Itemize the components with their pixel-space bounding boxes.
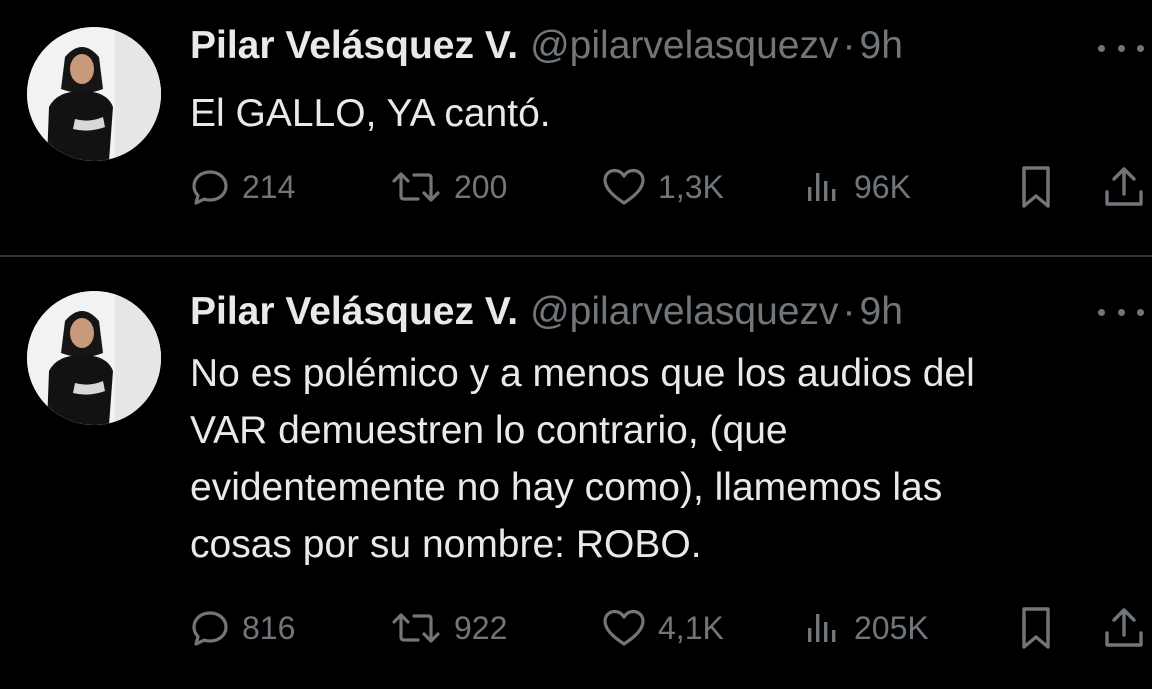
repost-icon — [392, 613, 440, 643]
more-icon[interactable] — [1098, 302, 1144, 322]
heart-icon — [603, 609, 645, 646]
author-handle[interactable]: @pilarvelasquezv — [530, 290, 838, 334]
repost-icon — [392, 172, 440, 202]
tweet-text: No es polémico y a menos que los audios … — [190, 352, 975, 566]
bookmark-icon — [1022, 166, 1050, 208]
avatar[interactable] — [27, 27, 161, 161]
views-button[interactable]: 96K — [802, 164, 911, 210]
like-button[interactable]: 4,1K — [602, 605, 724, 651]
author-handle[interactable]: @pilarvelasquezv — [530, 24, 838, 68]
like-count: 1,3K — [658, 168, 724, 205]
reply-count: 214 — [242, 168, 296, 205]
tweet-header: Pilar Velásquez V. @pilarvelasquezv · 9h — [190, 24, 903, 74]
view-count: 205K — [854, 609, 929, 646]
view-count: 96K — [854, 168, 911, 205]
share-button[interactable] — [1102, 164, 1146, 210]
avatar[interactable] — [27, 291, 161, 425]
timestamp[interactable]: 9h — [860, 24, 903, 68]
separator-dot: · — [842, 290, 856, 333]
action-bar: 214 200 1,3K 96K — [190, 164, 1152, 210]
views-icon — [808, 173, 836, 201]
author-name[interactable]: Pilar Velásquez V. — [190, 24, 518, 68]
reply-button[interactable]: 816 — [190, 605, 295, 651]
tweet[interactable]: Pilar Velásquez V. @pilarvelasquezv · 9h… — [0, 0, 1152, 256]
bookmark-button[interactable] — [1016, 164, 1056, 210]
like-count: 4,1K — [658, 609, 724, 646]
repost-count: 922 — [454, 609, 508, 646]
share-icon — [1105, 167, 1143, 206]
share-button[interactable] — [1102, 605, 1146, 651]
reply-button[interactable]: 214 — [190, 164, 295, 210]
views-icon — [808, 614, 836, 642]
bookmark-button[interactable] — [1016, 605, 1056, 651]
timestamp[interactable]: 9h — [860, 290, 903, 334]
repost-count: 200 — [454, 168, 508, 205]
reply-icon — [192, 611, 228, 646]
share-icon — [1105, 608, 1143, 647]
reply-icon — [192, 170, 228, 205]
heart-icon — [603, 168, 645, 205]
tweet-header: Pilar Velásquez V. @pilarvelasquezv · 9h — [190, 290, 903, 340]
bookmark-icon — [1022, 607, 1050, 649]
views-button[interactable]: 205K — [802, 605, 929, 651]
repost-button[interactable]: 200 — [390, 164, 507, 210]
tweet-text: El GALLO, YA cantó. — [190, 92, 551, 135]
more-icon[interactable] — [1098, 38, 1144, 58]
tweet[interactable]: Pilar Velásquez V. @pilarvelasquezv · 9h… — [0, 257, 1152, 689]
like-button[interactable]: 1,3K — [602, 164, 724, 210]
repost-button[interactable]: 922 — [390, 605, 507, 651]
reply-count: 816 — [242, 609, 296, 646]
author-name[interactable]: Pilar Velásquez V. — [190, 290, 518, 334]
separator-dot: · — [842, 24, 856, 67]
action-bar: 816 922 4,1K 205K — [190, 605, 1152, 651]
